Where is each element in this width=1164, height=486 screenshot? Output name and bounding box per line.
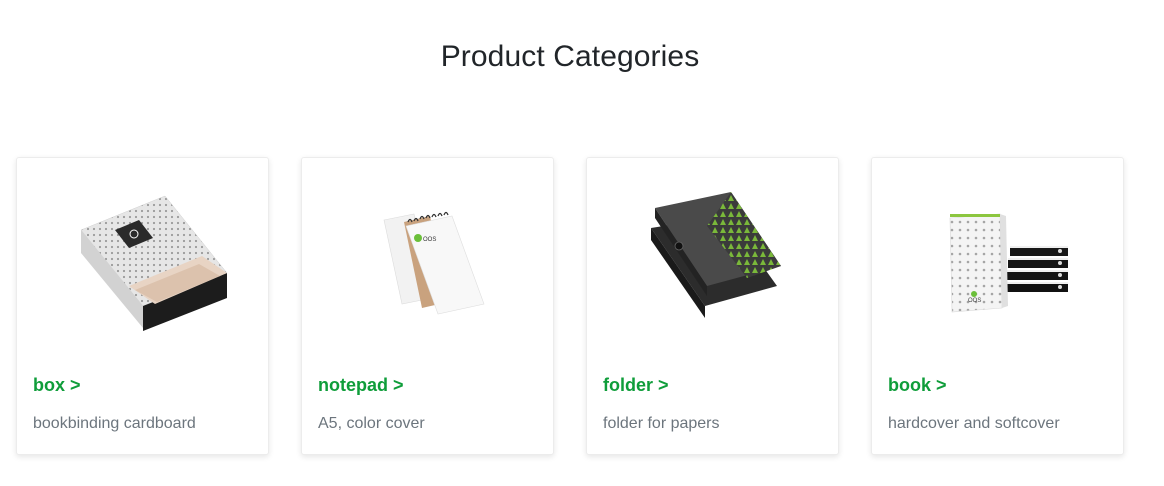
category-link-notepad[interactable]: notepad > [318,375,404,396]
notepad-product-image: OOS [383,211,485,315]
box-product-image [80,195,228,331]
product-categories-section: Product Categories box > bookbinding car… [0,0,1164,486]
page-title: Product Categories [440,40,700,73]
category-description: folder for papers [603,415,720,432]
category-link-box[interactable]: box > [33,375,81,396]
category-card-notepad[interactable]: OOS notepad > A5, color cover [301,157,554,455]
folder-product-image [651,192,781,318]
svg-text:OOS: OOS [968,298,981,304]
category-card-box[interactable]: box > bookbinding cardboard [16,157,269,455]
category-description: hardcover and softcover [888,415,1060,432]
category-link-book[interactable]: book > [888,375,947,396]
category-description: A5, color cover [318,415,425,432]
category-link-folder[interactable]: folder > [603,375,669,396]
svg-text:OOS: OOS [423,237,436,243]
book-product-image: OOS [949,213,1068,313]
category-description: bookbinding cardboard [33,415,196,432]
category-card-book[interactable]: OOS book > hardcover and softcover [871,157,1124,455]
category-card-folder[interactable]: folder > folder for papers [586,157,839,455]
